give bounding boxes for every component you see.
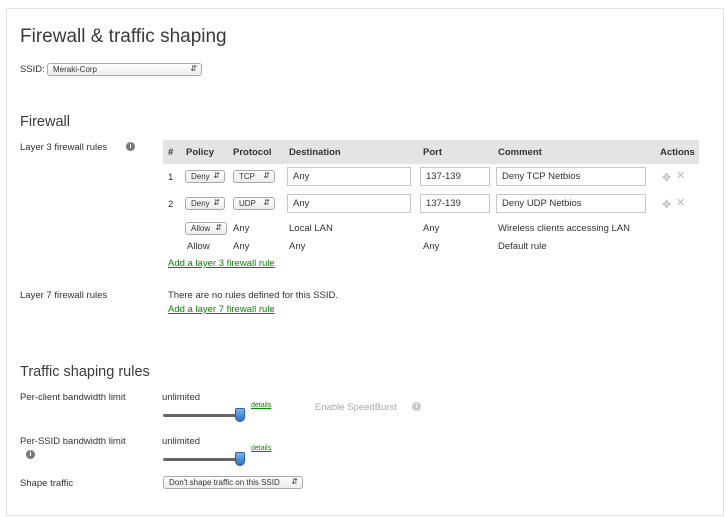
page-title: Firewall & traffic shaping xyxy=(20,26,227,47)
default-rule-policy: Allow xyxy=(187,241,210,252)
rule-protocol-select[interactable]: TCP ⇵ xyxy=(233,170,275,183)
ssid-label: SSID: xyxy=(20,64,45,75)
default-rule-destination: Any xyxy=(289,241,306,252)
add-l3-rule-link[interactable]: Add a layer 3 firewall rule xyxy=(168,258,275,269)
per-client-details-link[interactable]: details xyxy=(251,402,271,409)
rule-number: 1 xyxy=(168,172,174,183)
per-ssid-limit-value: unlimited xyxy=(162,436,201,447)
rule-policy-value: Deny xyxy=(191,199,210,208)
shape-traffic-select[interactable]: Don't shape traffic on this SSID ⇵ xyxy=(163,476,303,489)
rule-port-input[interactable]: 137-139 xyxy=(420,167,490,186)
col-header-actions: Actions xyxy=(660,147,695,158)
select-arrow-icon: ⇵ xyxy=(263,171,270,180)
close-icon[interactable]: ✕ xyxy=(676,196,685,209)
rule-number: 2 xyxy=(168,199,174,210)
default-rule-port: Any xyxy=(423,241,440,252)
rule-policy-select[interactable]: Deny ⇵ xyxy=(185,197,225,210)
close-icon[interactable]: ✕ xyxy=(676,169,685,182)
move-icon[interactable]: ✥ xyxy=(662,198,671,211)
rule-destination-input[interactable]: Any xyxy=(287,167,411,186)
col-header-destination: Destination xyxy=(289,147,341,158)
select-arrow-icon: ⇵ xyxy=(213,198,220,207)
rule-policy-select[interactable]: Deny ⇵ xyxy=(185,170,225,183)
default-rule-comment: Default rule xyxy=(498,241,547,252)
info-icon[interactable]: i xyxy=(412,402,421,411)
select-arrow-icon: ⇵ xyxy=(263,198,270,207)
per-ssid-slider-track[interactable] xyxy=(163,458,245,461)
col-header-port: Port xyxy=(423,147,442,158)
col-header-protocol: Protocol xyxy=(233,147,272,158)
col-header-comment: Comment xyxy=(498,147,542,158)
l7-rules-label: Layer 7 firewall rules xyxy=(20,290,108,301)
lan-rule-destination: Local LAN xyxy=(289,223,333,234)
move-icon[interactable]: ✥ xyxy=(662,171,671,184)
l3-rules-label: Layer 3 firewall rules xyxy=(20,142,108,153)
per-client-limit-label: Per-client bandwidth limit xyxy=(20,392,126,403)
lan-rule-policy-select[interactable]: Allow ⇵ xyxy=(185,222,227,235)
rule-comment-input[interactable]: Deny TCP Netbios xyxy=(496,167,646,186)
select-arrow-icon: ⇵ xyxy=(190,64,197,73)
rule-protocol-value: TCP xyxy=(239,172,255,181)
l7-empty-message: There are no rules defined for this SSID… xyxy=(168,290,339,301)
lan-rule-protocol: Any xyxy=(233,223,250,234)
per-client-slider-track[interactable] xyxy=(163,414,245,417)
info-icon[interactable]: i xyxy=(26,450,35,459)
col-header-policy: Policy xyxy=(186,147,214,158)
per-ssid-slider-handle[interactable] xyxy=(235,452,245,466)
rule-port-input[interactable]: 137-139 xyxy=(420,194,490,213)
info-icon[interactable]: i xyxy=(126,142,135,151)
rule-policy-value: Deny xyxy=(191,172,210,181)
rule-protocol-select[interactable]: UDP ⇵ xyxy=(233,197,275,210)
lan-rule-port: Any xyxy=(423,223,440,234)
ssid-select-value: Meraki-Corp xyxy=(53,65,98,74)
col-header-num: # xyxy=(168,147,174,158)
per-ssid-limit-label: Per-SSID bandwidth limit xyxy=(20,436,126,447)
rule-comment-input[interactable]: Deny UDP Netbios xyxy=(496,194,646,213)
rule-destination-input[interactable]: Any xyxy=(287,194,411,213)
traffic-shaping-heading: Traffic shaping rules xyxy=(20,364,150,380)
firewall-heading: Firewall xyxy=(20,114,70,130)
add-l7-rule-link[interactable]: Add a layer 7 firewall rule xyxy=(168,304,275,315)
lan-rule-policy-value: Allow xyxy=(191,224,211,233)
ssid-select[interactable]: Meraki-Corp ⇵ xyxy=(47,63,202,76)
lan-rule-comment: Wireless clients accessing LAN xyxy=(498,223,630,234)
shape-traffic-label: Shape traffic xyxy=(20,478,74,489)
rule-protocol-value: UDP xyxy=(239,199,256,208)
select-arrow-icon: ⇵ xyxy=(215,223,222,232)
shape-traffic-value: Don't shape traffic on this SSID xyxy=(169,478,280,487)
select-arrow-icon: ⇵ xyxy=(291,477,298,486)
per-client-limit-value: unlimited xyxy=(162,392,201,403)
speedburst-label: Enable SpeedBurst xyxy=(315,402,397,413)
select-arrow-icon: ⇵ xyxy=(213,171,220,180)
per-ssid-details-link[interactable]: details xyxy=(251,445,271,452)
default-rule-protocol: Any xyxy=(233,241,250,252)
per-client-slider-handle[interactable] xyxy=(235,408,245,422)
